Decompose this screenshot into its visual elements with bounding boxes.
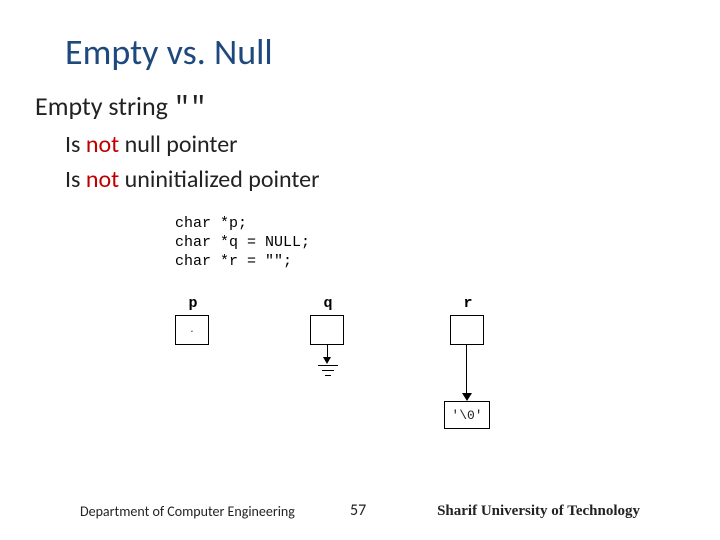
footer-dept: Department of Computer Engineering xyxy=(80,503,295,520)
page-number: 57 xyxy=(350,501,366,520)
ground-icon xyxy=(318,345,338,385)
subbullet-not-uninit: Is not uninitialized pointer xyxy=(65,165,320,194)
text-segment: uninitialized pointer xyxy=(119,165,319,194)
code-block: char *p; char *q = NULL; char *r = ""; xyxy=(175,215,310,271)
label-q: q xyxy=(308,295,348,312)
subbullet-not-null: Is not null pointer xyxy=(65,130,320,159)
content-area: Empty string "" Is not null pointer Is n… xyxy=(35,90,320,194)
label-r: r xyxy=(448,295,488,312)
code-line: char *r = ""; xyxy=(175,253,292,270)
box-r-target: '\0' xyxy=(444,401,490,429)
slide-title: Empty vs. Null xyxy=(65,30,273,74)
footer-university: Sharif University of Technology xyxy=(437,503,640,520)
code-inline: "" xyxy=(174,93,207,124)
box-p-content: · xyxy=(189,327,194,337)
code-line: char *p; xyxy=(175,215,247,232)
label-p: p xyxy=(173,295,213,312)
text-segment: Is xyxy=(65,130,86,159)
text-segment: null pointer xyxy=(119,130,237,159)
box-r xyxy=(450,315,484,345)
emphasis-not: not xyxy=(86,165,119,194)
bullet-empty-string: Empty string "" xyxy=(35,90,320,124)
text-segment: Empty string xyxy=(35,90,174,122)
text-segment: Is xyxy=(65,165,86,194)
box-q xyxy=(310,315,344,345)
arrow-icon xyxy=(466,345,468,395)
box-p: · xyxy=(175,315,209,345)
code-line: char *q = NULL; xyxy=(175,234,310,251)
emphasis-not: not xyxy=(86,130,119,159)
pointer-diagram: p · q r '\0' xyxy=(155,295,575,455)
box-r-target-content: '\0' xyxy=(451,408,482,423)
